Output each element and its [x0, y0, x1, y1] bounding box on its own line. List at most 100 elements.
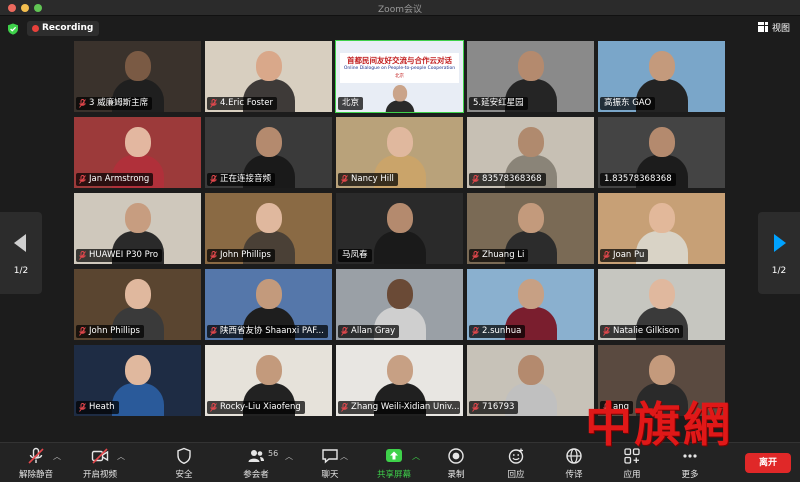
globe-icon [566, 448, 582, 464]
participant-name-text: John Phillips [220, 250, 271, 260]
next-page-button[interactable]: 1/2 [758, 212, 800, 294]
mic-muted-icon [210, 327, 217, 336]
participant-tile[interactable]: Jan Armstrong [74, 117, 201, 188]
shield-icon[interactable] [7, 23, 19, 35]
participant-tile[interactable]: 马凤春 [336, 193, 463, 264]
chevron-left-icon [14, 234, 26, 252]
participants-label: 参会者 [243, 470, 269, 480]
participants-count: 56 [268, 449, 279, 458]
participant-name-text: 陕西省友协 Shaanxi PAF... [220, 326, 324, 336]
participant-tile[interactable]: 1.83578368368 [598, 117, 725, 188]
participant-head [649, 355, 675, 385]
participant-tile[interactable]: 2.sunhua [467, 269, 594, 340]
leave-button[interactable]: 离开 [745, 453, 791, 473]
smiley-icon [508, 448, 524, 464]
participant-tile[interactable]: 高振东 GAO [598, 41, 725, 112]
site-watermark: 中旗網 [585, 398, 732, 453]
participant-tile[interactable]: Allan Gray [336, 269, 463, 340]
video-off-icon [91, 448, 109, 464]
participant-tile[interactable]: 首都民间友好交流与合作云对话 Online Dialogue on People-… [335, 40, 464, 113]
audio-options-chevron-up-icon[interactable]: ︿ [53, 451, 61, 462]
participant-name: 北京 [338, 97, 364, 110]
share-options-chevron-up-icon[interactable]: ︿ [412, 451, 420, 462]
participant-head [649, 279, 675, 309]
participant-name: 高振东 GAO [600, 97, 656, 110]
participant-name-text: Allan Gray [351, 326, 396, 336]
participant-tile[interactable]: Rocky-Liu Xiaofeng [205, 345, 332, 416]
video-options-chevron-up-icon[interactable]: ︿ [117, 451, 125, 462]
participant-tile[interactable]: 5.延安红星园 [467, 41, 594, 112]
reactions-label: 回应 [507, 470, 525, 480]
participant-name: Allan Gray [338, 325, 400, 338]
participant-tile[interactable]: 83578368368 [467, 117, 594, 188]
participant-name: 2.sunhua [469, 325, 526, 338]
share-screen-label: 共享屏幕 [376, 470, 411, 480]
participant-name: 83578368368 [469, 173, 546, 186]
participant-name: 正在连接音频 [207, 173, 276, 186]
participant-tile[interactable]: HUAWEI P30 Pro [74, 193, 201, 264]
share-screen-button[interactable]: 共享屏幕 [370, 447, 418, 481]
start-video-label: 开启视频 [82, 470, 117, 480]
participant-name: John Phillips [76, 325, 144, 338]
participant-head [518, 355, 544, 385]
record-button[interactable]: 录制 [438, 447, 474, 481]
participant-name: Zhang Weili-Xidian Univ... [338, 401, 460, 414]
participant-tile[interactable]: John Phillips [205, 193, 332, 264]
participant-name-text: 2.sunhua [482, 326, 522, 336]
participant-name: 5.延安红星园 [469, 97, 528, 110]
security-label: 安全 [175, 470, 193, 480]
participant-tile[interactable]: Nancy Hill [336, 117, 463, 188]
participant-tile[interactable]: Zhang Weili-Xidian Univ... [336, 345, 463, 416]
mic-muted-icon [341, 403, 348, 412]
mic-muted-icon [79, 327, 86, 336]
participant-name-text: 1.83578368368 [604, 174, 672, 184]
participants-options-chevron-up-icon[interactable]: ︿ [285, 451, 293, 462]
participant-tile[interactable]: 3 威廉姆斯主席 [74, 41, 201, 112]
participant-body [112, 383, 164, 416]
participant-tile[interactable]: Natalie Gilkison [598, 269, 725, 340]
participant-name: HUAWEI P30 Pro [76, 249, 163, 262]
participant-name-text: Natalie Gilkison [613, 326, 680, 336]
translate-label: 传译 [565, 470, 583, 480]
participant-tile[interactable]: 716793 [467, 345, 594, 416]
view-button[interactable]: 视图 [757, 22, 790, 35]
participant-name-text: 83578368368 [482, 174, 542, 184]
mic-muted-icon [28, 447, 44, 464]
banner-subtitle: Online Dialogue on People-to-people Coop… [343, 66, 456, 71]
participant-head [518, 127, 544, 157]
participant-tile[interactable]: John Phillips [74, 269, 201, 340]
participant-tile[interactable]: Zhuang Li [467, 193, 594, 264]
participant-name: Jan Armstrong [76, 173, 154, 186]
mic-muted-icon [210, 99, 217, 108]
participant-video [112, 355, 164, 416]
participant-name-text: 正在连接音频 [220, 174, 272, 184]
participant-head [387, 279, 413, 309]
participant-tile[interactable]: 陕西省友协 Shaanxi PAF... [205, 269, 332, 340]
participant-tile[interactable]: 正在连接音频 [205, 117, 332, 188]
mic-muted-icon [79, 251, 86, 260]
participant-head [256, 127, 282, 157]
mic-muted-icon [603, 327, 610, 336]
mic-muted-icon [210, 251, 217, 260]
mic-muted-icon [210, 175, 217, 184]
participant-name-text: 马凤春 [342, 250, 368, 260]
participant-head [518, 51, 544, 81]
participant-name-text: Jan Armstrong [89, 174, 150, 184]
participant-video [385, 85, 415, 112]
shield-icon [177, 447, 191, 465]
chat-options-chevron-up-icon[interactable]: ︿ [340, 451, 348, 462]
participant-body [374, 231, 426, 264]
page-indicator-left: 1/2 [13, 266, 29, 276]
recording-indicator[interactable]: Recording [27, 21, 100, 36]
reactions-button[interactable]: 回应 [498, 447, 534, 481]
participant-name-text: Joan Pu [613, 250, 645, 260]
participant-name: Heath [76, 401, 119, 414]
security-button[interactable]: 安全 [166, 447, 202, 481]
participant-tile[interactable]: Joan Pu [598, 193, 725, 264]
participant-head [125, 279, 151, 309]
participant-tile[interactable]: Heath [74, 345, 201, 416]
participant-name-text: 高振东 GAO [604, 98, 652, 108]
previous-page-button[interactable]: 1/2 [0, 212, 42, 294]
record-label: 录制 [447, 470, 465, 480]
participant-tile[interactable]: 4.Eric Foster [205, 41, 332, 112]
